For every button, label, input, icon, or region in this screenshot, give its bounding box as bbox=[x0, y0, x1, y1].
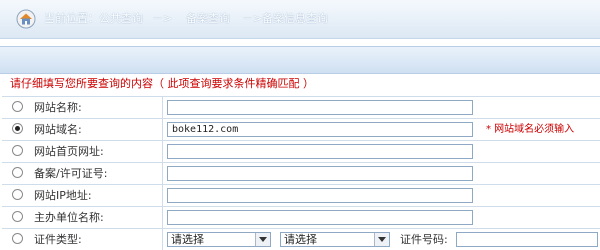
label-certificate-number: 证件号码: bbox=[400, 233, 448, 246]
radio-homepage[interactable] bbox=[12, 145, 23, 156]
breadcrumb-separator: －> bbox=[242, 12, 263, 25]
radio-domain[interactable] bbox=[12, 123, 23, 134]
form-label-cell: 证件类型: bbox=[2, 229, 163, 250]
select-value: 请选择 bbox=[171, 233, 204, 246]
form-row-certificate: 证件类型: 请选择 请选择 证件号码: bbox=[2, 228, 600, 250]
label-domain: 网站域名: bbox=[34, 123, 82, 136]
domain-input[interactable]: boke112.com bbox=[167, 122, 473, 137]
panel-header bbox=[0, 46, 600, 74]
form-row-domain: 网站域名: boke112.com * 网站域名必须输入 bbox=[2, 118, 600, 140]
radio-license[interactable] bbox=[12, 167, 23, 178]
radio-organizer[interactable] bbox=[12, 211, 23, 222]
chevron-down-icon[interactable] bbox=[374, 233, 389, 246]
label-site-name: 网站名称: bbox=[34, 101, 82, 114]
breadcrumb-separator: －> bbox=[152, 12, 173, 25]
license-input[interactable] bbox=[167, 166, 473, 181]
form-label-cell: 网站首页网址: bbox=[2, 141, 163, 162]
select-value: 请选择 bbox=[284, 233, 317, 246]
label-certificate-type: 证件类型: bbox=[34, 233, 82, 246]
certificate-subtype-select[interactable]: 请选择 bbox=[280, 232, 390, 247]
breadcrumb-bar: 当前位置： 公共查询 －> 备案查询 －> 备案信息查询 bbox=[0, 0, 600, 39]
label-organizer: 主办单位名称: bbox=[34, 211, 104, 224]
domain-required-hint: * 网站域名必须输入 bbox=[486, 124, 575, 135]
radio-ip[interactable] bbox=[12, 189, 23, 200]
form-label-cell: 主办单位名称: bbox=[2, 207, 163, 228]
query-notice: 请仔细填写您所要查询的内容（ 此项查询要求条件精确匹配 ） bbox=[10, 77, 314, 90]
radio-site-name[interactable] bbox=[12, 101, 23, 112]
chevron-down-icon[interactable] bbox=[255, 233, 270, 246]
form-row-license: 备案/许可证号: bbox=[2, 162, 600, 184]
form-label-cell: 备案/许可证号: bbox=[2, 163, 163, 184]
ip-input[interactable] bbox=[167, 188, 473, 203]
form-row-homepage: 网站首页网址: bbox=[2, 140, 600, 162]
form-label-cell: 网站IP地址: bbox=[2, 185, 163, 206]
form-row-ip: 网站IP地址: bbox=[2, 184, 600, 206]
label-ip: 网站IP地址: bbox=[34, 189, 92, 202]
home-icon[interactable] bbox=[16, 9, 36, 29]
form-row-site-name: 网站名称: bbox=[2, 96, 600, 118]
breadcrumb-record-info-query: 备案信息查询 bbox=[262, 12, 328, 25]
homepage-input[interactable] bbox=[167, 144, 473, 159]
form-row-organizer: 主办单位名称: bbox=[2, 206, 600, 228]
query-panel: 请仔细填写您所要查询的内容（ 此项查询要求条件精确匹配 ） 网站名称: 网站域名… bbox=[0, 46, 600, 250]
label-homepage: 网站首页网址: bbox=[34, 145, 104, 158]
radio-certificate[interactable] bbox=[12, 233, 23, 244]
breadcrumb-label: 当前位置： bbox=[44, 12, 99, 25]
breadcrumb-public-query[interactable]: 公共查询 bbox=[99, 0, 143, 38]
organizer-input[interactable] bbox=[167, 210, 473, 225]
breadcrumb-record-query[interactable]: 备案查询 bbox=[186, 0, 230, 38]
certificate-type-select[interactable]: 请选择 bbox=[167, 232, 271, 247]
label-license: 备案/许可证号: bbox=[34, 167, 108, 180]
certificate-number-input[interactable] bbox=[456, 232, 598, 247]
site-name-input[interactable] bbox=[167, 100, 473, 115]
form-label-cell: 网站域名: bbox=[2, 119, 163, 140]
form-label-cell: 网站名称: bbox=[2, 97, 163, 118]
